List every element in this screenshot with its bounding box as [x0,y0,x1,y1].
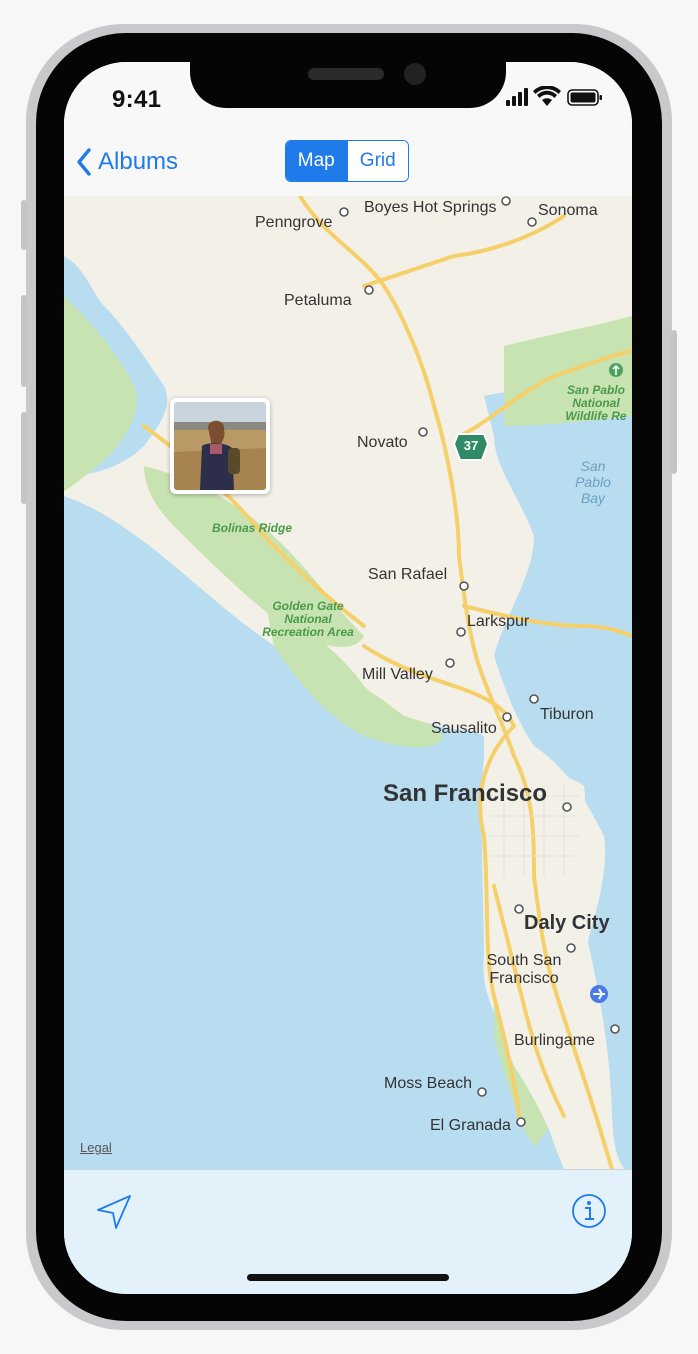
map-view[interactable]: Penngrove Boyes Hot Springs Sonoma Petal… [64,196,632,1169]
screen: 9:41 Albums Map Grid Penngrove Boyes Hot… [64,62,632,1294]
marker-boyes [501,196,511,206]
label-san-pablo-bay: San Pablo Bay [575,458,611,506]
park-pin-icon [609,363,623,377]
label-tiburon: Tiburon [540,706,594,723]
info-icon[interactable] [570,1192,608,1235]
label-burlingame: Burlingame [514,1032,595,1049]
airport-icon [590,985,608,1003]
label-mill-valley: Mill Valley [362,666,433,683]
cellular-signal-icon [506,88,528,106]
photo-thumbnail [174,402,266,490]
map-canvas [64,196,632,1169]
chevron-left-icon [77,148,91,176]
highway-37-label: 37 [463,438,479,453]
volume-down-button [21,412,27,504]
wifi-icon [533,85,561,106]
marker-tiburon [529,694,539,704]
label-bolinas-ridge: Bolinas Ridge [212,521,293,535]
location-arrow-icon[interactable] [94,1192,134,1237]
marker-moss-beach [477,1087,487,1097]
home-indicator[interactable] [247,1274,449,1281]
segment-grid[interactable]: Grid [346,141,408,181]
marker-el-granada [516,1117,526,1127]
marker-mill-valley [445,658,455,668]
marker-larkspur [456,627,466,637]
speaker-grille [308,68,384,80]
volume-up-button [21,295,27,387]
power-button [671,330,677,474]
marker-burlingame [610,1024,620,1034]
back-button[interactable]: Albums [76,144,178,180]
label-san-rafael: San Rafael [368,566,448,583]
photo-pin[interactable] [170,398,270,494]
label-san-francisco: San Francisco [383,780,548,807]
marker-penngrove [339,207,349,217]
road-north [362,214,566,288]
view-segmented-control: Map Grid [285,140,409,182]
label-petaluma: Petaluma [284,292,352,309]
battery-icon [567,89,602,106]
legal-link[interactable]: Legal [80,1140,112,1155]
back-label: Albums [98,148,179,175]
status-icons [504,85,604,108]
label-sonoma: Sonoma [538,202,598,219]
label-el-granada: El Granada [430,1117,511,1134]
segment-map[interactable]: Map [286,141,347,181]
marker-petaluma [364,285,374,295]
label-daly-city: Daly City [524,912,610,934]
status-bar: 9:41 [64,62,632,120]
navigation-bar: Albums Map Grid [64,120,632,197]
marker-sausalito [502,712,512,722]
label-boyes: Boyes Hot Springs [364,199,497,216]
label-moss-beach: Moss Beach [384,1075,473,1092]
marker-san-francisco [562,802,572,812]
bottom-toolbar [64,1169,632,1294]
notch [190,62,506,108]
label-south-sf: South San Francisco [486,952,562,987]
marker-san-rafael [459,581,469,591]
label-ggnra: Golden Gate National Recreation Area [262,599,354,639]
label-penngrove: Penngrove [255,214,333,231]
label-novato: Novato [357,434,408,451]
status-time: 9:41 [112,86,162,113]
marker-sonoma [527,217,537,227]
marker-daly-city [514,904,524,914]
mute-switch [21,200,27,250]
label-larkspur: Larkspur [467,613,530,630]
label-sausalito: Sausalito [431,720,497,737]
front-camera [404,63,426,85]
marker-novato [418,427,428,437]
label-san-pablo-refuge: San Pablo National Wildlife Re [565,384,627,423]
marker-south-sf [566,943,576,953]
